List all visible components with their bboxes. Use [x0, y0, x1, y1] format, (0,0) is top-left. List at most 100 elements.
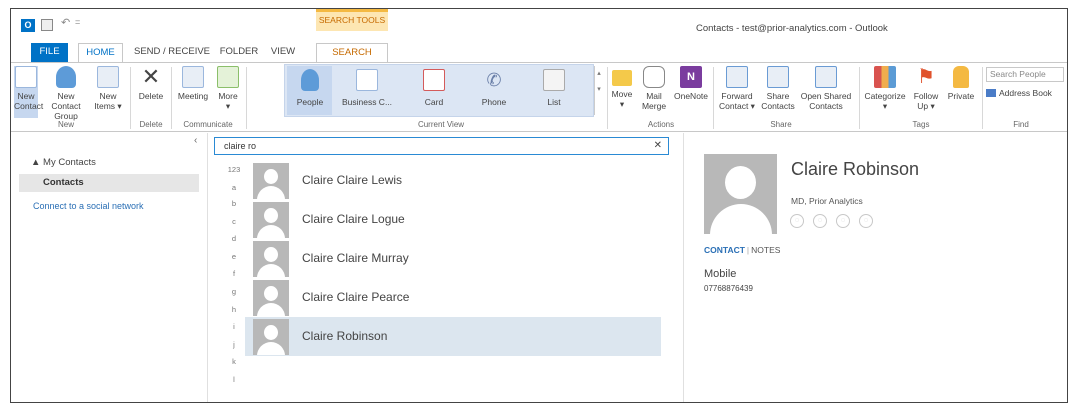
new-items-button[interactable]: New Items ▾ — [91, 66, 125, 111]
forward-contact-button[interactable]: Forward Contact ▾ — [716, 66, 758, 111]
group-label-new: New — [57, 120, 74, 129]
group-separator — [171, 67, 172, 129]
alpha-index-item[interactable]: l — [224, 375, 244, 384]
alpha-index-item[interactable]: g — [224, 287, 244, 296]
group-separator — [246, 67, 247, 129]
alpha-index-item[interactable]: j — [224, 340, 244, 349]
clear-search-icon[interactable]: ✕ — [654, 138, 662, 154]
alpha-index-item[interactable]: h — [224, 305, 244, 314]
onenote-icon: N — [680, 66, 702, 88]
categorize-dropdown-caret: ▾ — [882, 101, 888, 111]
delete-button[interactable]: ✕ Delete — [135, 66, 167, 102]
onenote-button[interactable]: N OneNote — [672, 66, 710, 101]
meeting-button[interactable]: Meeting — [174, 66, 212, 101]
more-label: More — [218, 91, 238, 101]
view-phone-button[interactable]: ✆ Phone — [474, 69, 514, 107]
tab-file[interactable]: FILE — [31, 43, 68, 63]
contact-list-item[interactable]: Claire Claire Lewis — [245, 161, 661, 200]
tab-contact[interactable]: CONTACT — [704, 245, 745, 255]
move-button[interactable]: Move ▾ — [609, 66, 635, 109]
contact-avatar-placeholder — [253, 319, 289, 355]
alpha-index-item[interactable]: k — [224, 357, 244, 366]
forward-contact-icon — [726, 66, 748, 88]
view-people-button[interactable]: People — [289, 69, 331, 107]
tab-folder[interactable]: FOLDER — [218, 43, 260, 63]
alpha-index-item[interactable]: a — [224, 183, 244, 192]
follow-up-label-2: Up ▾ — [917, 101, 935, 111]
more-communicate-button[interactable]: More ▾ — [214, 66, 242, 111]
new-items-label-1: New — [99, 91, 117, 101]
outlook-window: O ↶ = SEARCH TOOLS Contacts - test@prior… — [10, 8, 1068, 403]
customize-quick-access-icon[interactable]: = — [75, 17, 80, 27]
tab-notes[interactable]: NOTES — [751, 245, 780, 255]
open-shared-contacts-button[interactable]: Open Shared Contacts — [798, 66, 854, 111]
address-book-button[interactable]: Address Book — [986, 88, 1052, 98]
my-contacts-group[interactable]: ▲ My Contacts — [31, 157, 96, 168]
instant-search-input[interactable]: claire ro ✕ — [214, 137, 669, 155]
alpha-index-item[interactable]: d — [224, 234, 244, 243]
group-label-communicate: Communicate — [183, 120, 233, 129]
video-icon[interactable]: ◌ — [836, 214, 850, 228]
phone-icon: ✆ — [486, 70, 502, 90]
ribbon-tabs: FILE HOME SEND / RECEIVE FOLDER VIEW SEA… — [11, 39, 1067, 64]
categorize-button[interactable]: Categorize ▾ — [862, 66, 908, 111]
contact-list-item[interactable]: Claire Claire Logue — [245, 200, 661, 239]
contact-name: Claire Claire Lewis — [302, 173, 403, 187]
tab-view[interactable]: VIEW — [268, 43, 298, 63]
folder-contacts[interactable]: Contacts — [19, 174, 199, 192]
view-gallery-scroll[interactable]: ▴ ▾ — [594, 66, 603, 115]
connect-social-network-link[interactable]: Connect to a social network — [33, 201, 144, 211]
collapse-folder-pane-icon[interactable]: ‹ — [194, 135, 197, 146]
search-people-input[interactable]: Search People — [986, 67, 1064, 82]
mail-merge-button[interactable]: Mail Merge — [638, 66, 670, 111]
reading-pane-divider[interactable] — [683, 133, 684, 402]
new-contact-button[interactable]: New Contact — [14, 66, 43, 118]
group-label-find: Find — [1013, 120, 1029, 129]
email-icon[interactable]: ◌ — [859, 214, 873, 228]
alpha-index-item[interactable]: c — [224, 217, 244, 226]
open-shared-contacts-label-2: Contacts — [809, 101, 843, 111]
alpha-index-item[interactable]: b — [224, 199, 244, 208]
contact-list-item[interactable]: Claire Claire Murray — [245, 239, 661, 278]
instant-message-icon[interactable]: ◌ — [790, 214, 804, 228]
contact-name: Claire Claire Logue — [302, 212, 405, 226]
alpha-index-item[interactable]: e — [224, 252, 244, 261]
follow-up-button[interactable]: ⚑ Follow Up ▾ — [910, 66, 942, 111]
window-title: Contacts - test@prior-analytics.com - Ou… — [696, 23, 888, 34]
alpha-index-item[interactable]: f — [224, 269, 244, 278]
tab-send-receive[interactable]: SEND / RECEIVE — [133, 43, 211, 63]
contact-list-item[interactable]: Claire Claire Pearce — [245, 278, 661, 317]
move-folder-icon — [612, 70, 632, 86]
share-contacts-label-2: Contacts — [761, 101, 795, 111]
onenote-label: OneNote — [673, 91, 709, 101]
call-icon[interactable]: ◌ — [813, 214, 827, 228]
tab-separator: | — [746, 245, 750, 255]
contact-avatar-placeholder — [253, 202, 289, 238]
private-button[interactable]: Private — [944, 66, 978, 101]
share-contacts-icon — [767, 66, 789, 88]
save-icon[interactable] — [41, 19, 53, 31]
tab-search[interactable]: SEARCH — [316, 43, 388, 64]
view-list-button[interactable]: List — [534, 69, 574, 107]
alpha-index-item[interactable]: 123 — [224, 165, 244, 174]
share-contacts-button[interactable]: Share Contacts — [760, 66, 796, 111]
undo-icon[interactable]: ↶ — [61, 16, 70, 29]
card-view-icon — [423, 69, 445, 91]
view-card-button[interactable]: Card — [414, 69, 454, 107]
title-bar: O ↶ = SEARCH TOOLS Contacts - test@prior… — [11, 9, 1067, 39]
tab-home[interactable]: HOME — [78, 43, 123, 64]
view-business-card-label: Business C... — [341, 97, 393, 107]
business-card-icon — [356, 69, 378, 91]
contact-list-item-selected[interactable]: Claire Robinson — [245, 317, 661, 356]
new-contact-group-button[interactable]: New Contact Group — [43, 66, 89, 121]
mail-merge-label-2: Merge — [641, 101, 667, 111]
group-label-current-view: Current View — [417, 120, 465, 129]
view-business-card-button[interactable]: Business C... — [341, 69, 393, 107]
alpha-index-item[interactable]: i — [224, 322, 244, 331]
contact-detail-name: Claire Robinson — [791, 159, 920, 179]
mobile-number[interactable]: 07768876439 — [704, 284, 753, 293]
contact-name: Claire Claire Pearce — [302, 290, 410, 304]
folder-pane: ‹ ▲ My Contacts Contacts Connect to a so… — [11, 133, 208, 402]
group-separator — [859, 67, 860, 129]
outlook-logo-icon: O — [21, 19, 35, 32]
